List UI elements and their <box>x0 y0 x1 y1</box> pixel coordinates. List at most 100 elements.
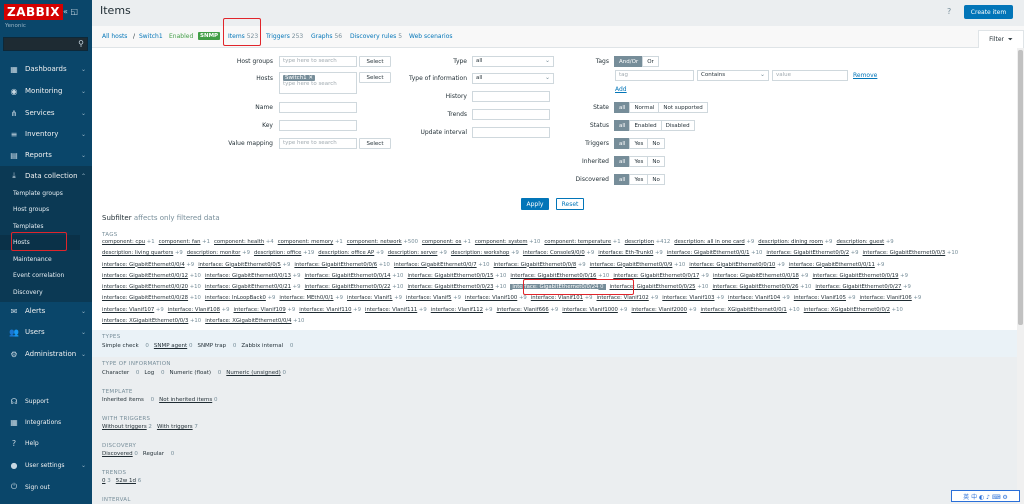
subfilter-tag[interactable]: description: guest +9 <box>836 239 893 245</box>
subfilter-tag[interactable]: description: workshop +9 <box>451 250 519 256</box>
subfilter-tag[interactable]: interface: GigabitEthernet0/0/12 +10 <box>102 273 201 279</box>
subfilter-tag[interactable]: interface: XGigabitEthernet0/0/3 +10 <box>102 318 201 324</box>
sidebar-subitem-template-groups[interactable]: Template groups <box>0 186 80 201</box>
sidebar-item-dashboards[interactable]: ▦ Dashboards ⌄ <box>0 59 92 79</box>
subfilter-tag[interactable]: interface: GigabitEthernet0/0/21 +9 <box>205 284 301 290</box>
sidebar-item-reports[interactable]: ▤ Reports ⌄ <box>0 145 92 165</box>
subfilter-tag[interactable]: interface: XGigabitEthernet0/0/1 +10 <box>700 307 799 313</box>
subfilter-tag[interactable]: interface: GigabitEthernet0/0/4 +9 <box>102 262 194 268</box>
subfilter-value[interactable]: SNMP agent 0 <box>154 343 193 349</box>
trends-input[interactable] <box>472 109 550 120</box>
subfilter-tag[interactable]: interface: GigabitEthernet0/0/23 +10 <box>407 284 506 290</box>
subfilter-tag[interactable]: interface: Vlanif104 +9 <box>728 295 790 301</box>
subfilter-tag[interactable]: interface: Vlanif2000 +9 <box>631 307 696 313</box>
sidebar-item-services[interactable]: ⋔ Services ⌄ <box>0 103 92 123</box>
subfilter-value[interactable]: Numeric (unsigned) 0 <box>226 370 286 376</box>
subfilter-value[interactable]: 52w 1d 6 <box>116 478 142 484</box>
subfilter-tag[interactable]: interface: XGigabitEthernet0/0/2 +10 <box>804 307 903 313</box>
sidebar-item-users[interactable]: 👥 Users ⌄ <box>0 322 92 342</box>
subfilter-tag[interactable]: description +412 <box>625 239 671 245</box>
subfilter-tag[interactable]: interface: GigabitEthernet0/0/19 +9 <box>812 273 908 279</box>
subfilter-tag[interactable]: interface: GigabitEthernet0/0/13 +9 <box>205 273 301 279</box>
subfilter-tag[interactable]: interface: GigabitEthernet0/0/7 +10 <box>394 262 490 268</box>
subfilter-tag[interactable]: interface: GigabitEthernet0/0/3 +10 <box>863 250 959 256</box>
subfilter-tag[interactable]: interface: Console9/0/0 +9 <box>523 250 594 256</box>
subfilter-tag[interactable]: interface: MEth0/0/1 +9 <box>279 295 343 301</box>
sidebar-item-inventory[interactable]: ≡ Inventory ⌄ <box>0 124 92 144</box>
subfilter-tag[interactable]: description: all in one card +9 <box>674 239 754 245</box>
option-enabled[interactable]: Enabled <box>629 120 662 131</box>
subfilter-tag[interactable]: interface: Vlanif112 +9 <box>431 307 493 313</box>
subfilter-tag[interactable]: description: office +19 <box>254 250 314 256</box>
sidebar-subitem-maintenance[interactable]: Maintenance <box>0 252 80 267</box>
hosts-input[interactable]: Switch1 ✕ type here to search <box>279 72 357 94</box>
search-icon[interactable]: ⚲ <box>78 39 84 48</box>
zabbix-logo[interactable]: ZABBIX <box>4 4 63 20</box>
subfilter-tag[interactable]: interface: GigabitEthernet0/0/18 +9 <box>713 273 809 279</box>
subfilter-tag[interactable]: interface: GigabitEthernet0/0/22 +10 <box>305 284 404 290</box>
subfilter-tag[interactable]: component: health +4 <box>214 239 274 245</box>
subfilter-tag[interactable]: interface: XGigabitEthernet0/0/4 +10 <box>205 318 304 324</box>
tag-operator-select[interactable]: Contains ⌄ <box>697 70 769 81</box>
option-normal[interactable]: Normal <box>629 102 660 113</box>
help-icon[interactable]: ? <box>947 7 951 16</box>
subfilter-tag[interactable]: interface: Vlanif105 +9 <box>794 295 856 301</box>
subfilter-tag[interactable]: interface: Vlanif110 +9 <box>299 307 361 313</box>
option-no[interactable]: No <box>647 156 665 167</box>
tag-add-link[interactable]: Add <box>615 86 627 93</box>
tab-discovery-rules[interactable]: Discovery rules 5 <box>350 33 402 40</box>
subfilter-tag[interactable]: component: network +500 <box>347 239 418 245</box>
subfilter-tag[interactable]: description: server +9 <box>388 250 447 256</box>
option-yes[interactable]: Yes <box>629 156 649 167</box>
state-toggle[interactable]: all Normal Not supported <box>614 102 708 113</box>
option-yes[interactable]: Yes <box>629 138 649 149</box>
value-mapping-input[interactable]: type here to search <box>279 138 357 149</box>
breadcrumb-all-hosts[interactable]: All hosts <box>102 33 127 40</box>
tab-graphs[interactable]: Graphs 56 <box>311 33 342 40</box>
sidebar-item-data-collection[interactable]: ⤓ Data collection ⌃ <box>0 166 92 186</box>
option-all[interactable]: all <box>614 174 631 185</box>
subfilter-tag[interactable]: component: memory +1 <box>278 239 343 245</box>
sidebar-item-administration[interactable]: ⚙ Administration ⌄ <box>0 344 92 364</box>
tab-web-scenarios[interactable]: Web scenarios <box>409 33 453 40</box>
option-all[interactable]: all <box>614 156 631 167</box>
subfilter-tag[interactable]: interface: GigabitEthernet0/0/9 +10 <box>590 262 686 268</box>
sidebar-subitem-discovery[interactable]: Discovery <box>0 285 80 300</box>
key-input[interactable] <box>279 120 357 131</box>
sidebar-item-user-settings[interactable]: ● User settings ⌄ <box>0 455 92 475</box>
subfilter-tag[interactable]: interface: Vlanif103 +9 <box>662 295 724 301</box>
host-groups-select-button[interactable]: Select <box>359 56 391 67</box>
subfilter-value[interactable]: 0 3 <box>102 478 111 484</box>
page-scrollbar[interactable] <box>1017 48 1024 504</box>
subfilter-tag[interactable]: interface: Vlanif111 +9 <box>365 307 427 313</box>
subfilter-tag[interactable]: interface: GigabitEthernet0/0/5 +9 <box>198 262 290 268</box>
subfilter-tag[interactable]: interface: Eth-Trunk0 +9 <box>598 250 663 256</box>
subfilter-tag[interactable]: interface: Vlanif108 +9 <box>168 307 230 313</box>
status-toggle[interactable]: all Enabled Disabled <box>614 120 695 131</box>
tab-triggers[interactable]: Triggers 253 <box>266 33 303 40</box>
subfilter-tag[interactable]: interface: GigabitEthernet0/0/2 +9 <box>766 250 858 256</box>
tags-operator-toggle[interactable]: And/Or Or <box>614 56 659 67</box>
discovered-toggle[interactable]: all Yes No <box>614 174 665 185</box>
host-groups-input[interactable]: type here to search <box>279 56 357 67</box>
subfilter-tag[interactable]: interface: GigabitEthernet0/0/27 +9 <box>815 284 911 290</box>
subfilter-tag[interactable]: interface: Vlanif109 +9 <box>234 307 296 313</box>
subfilter-tag[interactable]: interface: Vlanif102 +9 <box>597 295 659 301</box>
tag-name-input[interactable]: tag <box>615 70 694 81</box>
subfilter-tag[interactable]: interface: GigabitEthernet0/0/15 +10 <box>407 273 506 279</box>
sidebar-subitem-host-groups[interactable]: Host groups <box>0 202 80 217</box>
type-select[interactable]: all ⌄ <box>472 56 554 67</box>
sidebar-item-sign-out[interactable]: ⏻ Sign out <box>0 477 92 497</box>
subfilter-tag[interactable]: interface: GigabitEthernet0/0/1 +10 <box>667 250 763 256</box>
option-all[interactable]: all <box>614 138 631 149</box>
sidebar-item-support[interactable]: ☊ Support <box>0 391 92 411</box>
subfilter-tag[interactable]: description: office AP +9 <box>318 250 383 256</box>
subfilter-tag[interactable]: description: monitor +9 <box>187 250 250 256</box>
subfilter-value[interactable]: Not inherited items 0 <box>159 397 217 403</box>
option-disabled[interactable]: Disabled <box>660 120 695 131</box>
subfilter-tag[interactable]: interface: Vlanif106 +9 <box>860 295 922 301</box>
inherited-toggle[interactable]: all Yes No <box>614 156 665 167</box>
update-interval-input[interactable] <box>472 127 550 138</box>
option-not-supported[interactable]: Not supported <box>658 102 708 113</box>
subfilter-tag[interactable]: description: living quarters +9 <box>102 250 183 256</box>
